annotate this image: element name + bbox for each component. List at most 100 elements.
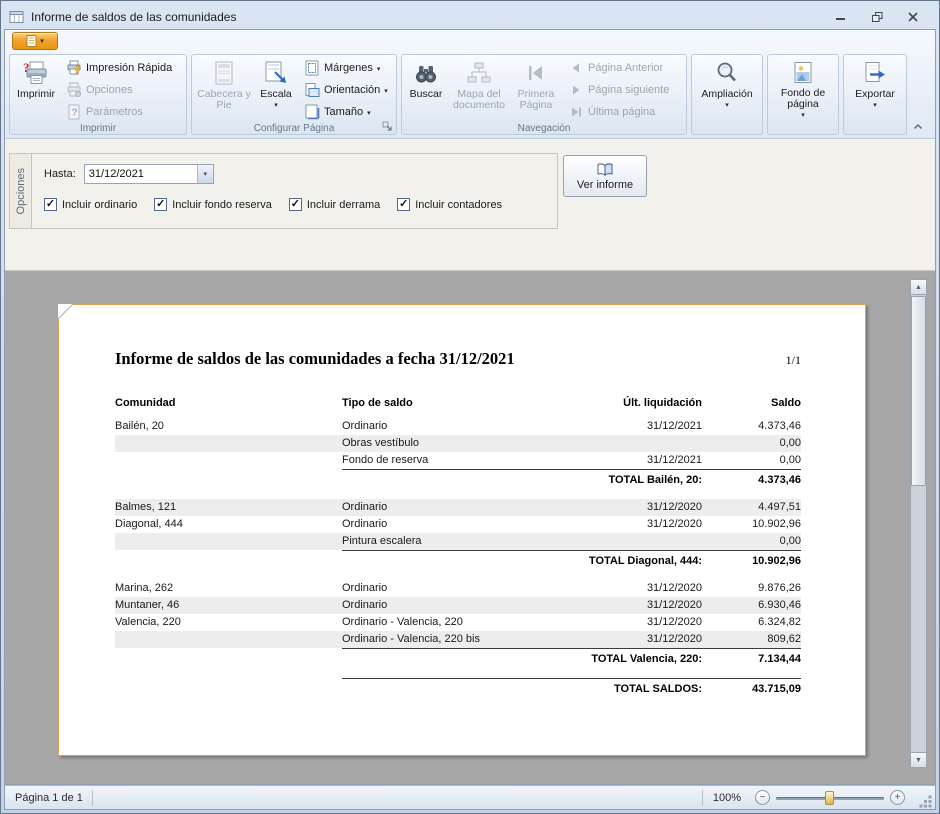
scroll-down-button[interactable]: ▼ [911, 752, 926, 767]
report-page: Informe de saldos de las comunidades a f… [58, 304, 866, 756]
app-menu-button[interactable]: ▾ [12, 32, 58, 50]
report-row: Fondo de reserva31/12/20210,00 [115, 452, 801, 469]
combo-dropdown-icon[interactable]: ▾ [197, 165, 213, 183]
close-button[interactable] [903, 9, 923, 25]
report-grand-total-row: TOTAL SALDOS:43.715,09 [342, 678, 801, 700]
document-map-icon [466, 59, 492, 87]
orientation-button[interactable]: Orientación ▾ [300, 80, 394, 100]
checkbox-box[interactable]: ✓ [44, 198, 57, 211]
first-page-icon [523, 59, 549, 87]
scroll-thumb[interactable] [911, 296, 926, 486]
quick-print-button[interactable]: Impresión Rápida [62, 58, 184, 78]
checkbox-box[interactable]: ✓ [154, 198, 167, 211]
checkbox-box[interactable]: ✓ [397, 198, 410, 211]
checkbox-box[interactable]: ✓ [289, 198, 302, 211]
report-total-row: TOTAL Diagonal, 444:10.902,96 [342, 550, 801, 572]
minimize-button[interactable] [831, 9, 851, 25]
cell-comunidad: Muntaner, 46 [115, 597, 342, 614]
cell-saldo: 809,62 [702, 631, 801, 648]
scroll-up-button[interactable]: ▲ [911, 280, 926, 295]
total-value: 10.902,96 [702, 551, 801, 572]
scale-button[interactable]: Escala ▾ [254, 57, 298, 121]
resize-grip[interactable] [919, 795, 932, 808]
cell-tipo: Ordinario - Valencia, 220 bis [342, 631, 550, 648]
restore-button[interactable] [867, 9, 887, 25]
total-label: TOTAL Valencia, 220: [342, 649, 702, 670]
total-label: TOTAL Bailén, 20: [342, 470, 702, 491]
cell-liquidacion: 31/12/2020 [550, 516, 702, 533]
cell-comunidad: Valencia, 220 [115, 614, 342, 631]
cell-saldo: 0,00 [702, 452, 801, 469]
zoom-button[interactable]: Ampliación ▾ [696, 57, 758, 121]
report-row: Balmes, 121Ordinario31/12/20204.497,51 [115, 499, 801, 516]
cell-saldo: 6.930,46 [702, 597, 801, 614]
svg-text:?: ? [72, 108, 78, 119]
print-options-button: Opciones [62, 80, 184, 100]
dropdown-arrow-icon: ▾ [367, 110, 371, 117]
vertical-scrollbar[interactable]: ▲ ▼ [910, 279, 927, 768]
size-button[interactable]: Tamaño ▾ [300, 102, 394, 122]
previous-page-button: Página Anterior [564, 58, 682, 78]
preview-area[interactable]: Informe de saldos de las comunidades a f… [5, 271, 935, 785]
export-button[interactable]: Exportar ▾ [847, 57, 903, 121]
cell-liquidacion [550, 435, 702, 452]
report-row: Ordinario - Valencia, 220 bis31/12/20208… [115, 631, 801, 648]
cell-comunidad [115, 452, 342, 469]
ribbon-tab-row: ▾ [5, 30, 935, 52]
zoom-slider[interactable] [776, 789, 884, 807]
checkbox-label: Incluir ordinario [62, 199, 137, 211]
report-row: Pintura escalera 0,00 [115, 533, 801, 550]
previous-page-icon [568, 60, 584, 76]
zoom-slider-thumb[interactable] [825, 791, 834, 805]
orientation-icon [304, 82, 320, 98]
dialog-launcher-icon[interactable] [382, 121, 394, 133]
checkbox-incluir-contadores[interactable]: ✓Incluir contadores [397, 198, 502, 211]
options-tab-label: Opciones [15, 168, 27, 214]
options-tab[interactable]: Opciones [9, 153, 32, 229]
cell-tipo: Pintura escalera [342, 533, 550, 550]
print-button[interactable]: ? Imprimir [12, 57, 60, 121]
page-background-button[interactable]: Fondo de página ▾ [771, 57, 835, 121]
document-map-button: Mapa del documento [448, 57, 510, 121]
checkbox-incluir-derrama[interactable]: ✓Incluir derrama [289, 198, 380, 211]
dropdown-arrow-icon: ▾ [873, 102, 877, 109]
margins-button[interactable]: Márgenes ▾ [300, 58, 394, 78]
options-box: Hasta: 31/12/2021 ▾ ✓Incluir ordinario✓I… [31, 153, 558, 229]
cell-comunidad: Bailén, 20 [115, 418, 342, 435]
quick-print-icon [66, 60, 82, 76]
report-page-indicator: 1/1 [786, 353, 801, 368]
cell-tipo: Ordinario - Valencia, 220 [342, 614, 550, 631]
ribbon-group-print: ? Imprimir Impresión Rápida Opcion [9, 54, 187, 135]
cell-saldo: 0,00 [702, 533, 801, 550]
checkbox-incluir-ordinario[interactable]: ✓ Incluir ordinario [44, 198, 137, 211]
cell-liquidacion: 31/12/2020 [550, 614, 702, 631]
binoculars-icon [413, 59, 439, 87]
last-page-icon [568, 104, 584, 120]
search-button[interactable]: Buscar [404, 57, 448, 121]
ribbon-group-navigation: Buscar Mapa del documento Primera Página [401, 54, 687, 135]
dropdown-arrow-icon: ▾ [377, 66, 381, 73]
client-area: ▾ ? Imprimir [4, 29, 936, 810]
total-label: TOTAL Diagonal, 444: [342, 551, 702, 572]
total-value: 7.134,44 [702, 649, 801, 670]
report-row: Bailén, 20Ordinario31/12/20214.373,46 [115, 418, 801, 435]
statusbar-separator [92, 790, 93, 806]
checkbox-incluir-fondo-reserva[interactable]: ✓Incluir fondo reserva [154, 198, 272, 211]
zoom-in-button[interactable]: + [890, 790, 905, 805]
cell-tipo: Fondo de reserva [342, 452, 550, 469]
report-row: Marina, 262Ordinario31/12/20209.876,26 [115, 580, 801, 597]
dropdown-arrow-icon: ▾ [40, 38, 44, 45]
total-label: TOTAL SALDOS: [342, 679, 702, 700]
view-report-button[interactable]: Ver informe [563, 155, 647, 197]
cell-liquidacion: 31/12/2021 [550, 418, 702, 435]
ribbon-collapse-button[interactable] [909, 119, 927, 133]
question-page-icon: ? [66, 104, 82, 120]
date-combobox[interactable]: 31/12/2021 ▾ [84, 164, 214, 184]
cell-comunidad: Diagonal, 444 [115, 516, 342, 533]
cell-tipo: Obras vestíbulo [342, 435, 550, 452]
zoom-out-button[interactable]: − [755, 790, 770, 805]
cell-liquidacion: 31/12/2020 [550, 499, 702, 516]
report-row: Diagonal, 444Ordinario31/12/202010.902,9… [115, 516, 801, 533]
report-title: Informe de saldos de las comunidades a f… [115, 349, 515, 369]
magnifier-icon [714, 59, 740, 87]
